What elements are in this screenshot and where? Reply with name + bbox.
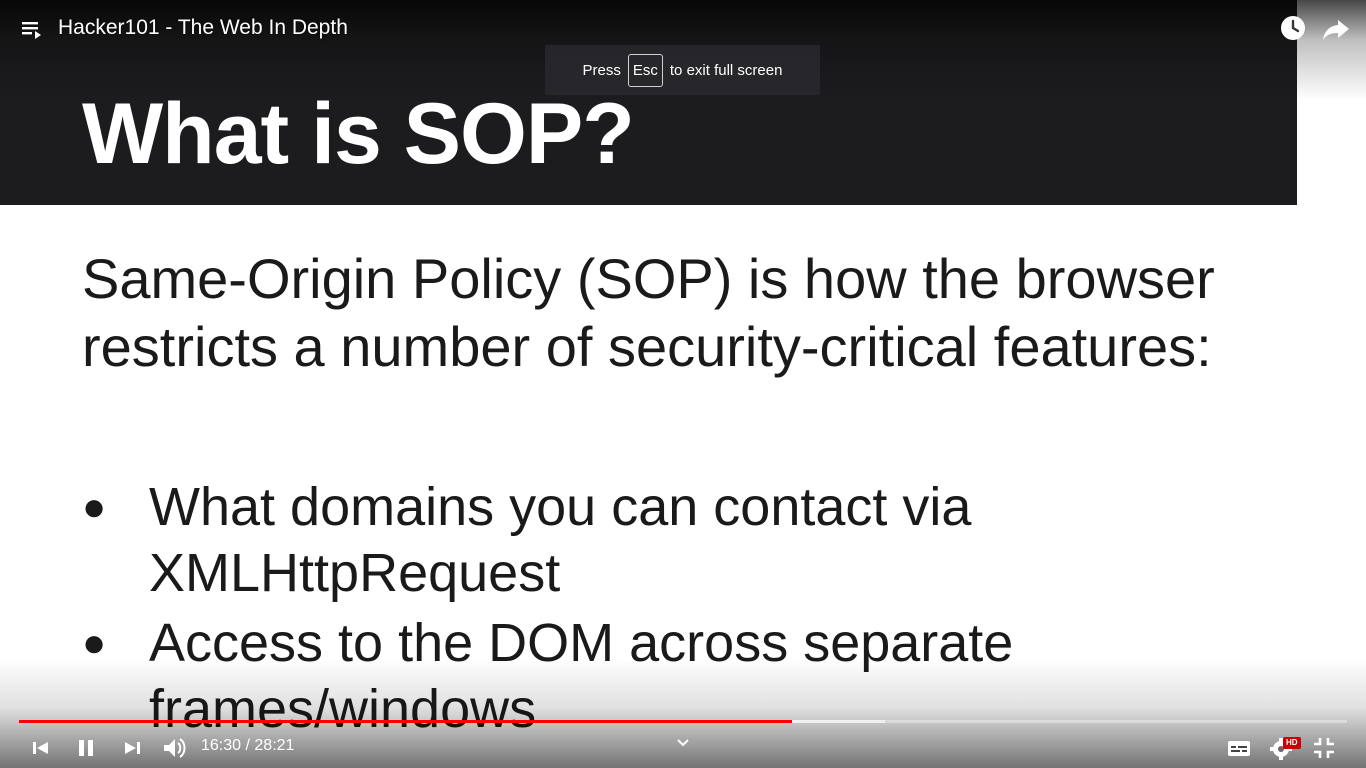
time-separator: / (241, 737, 255, 754)
slide-bullet: ● What domains you can contact via XMLHt… (82, 474, 1232, 606)
playlist-icon[interactable] (20, 17, 46, 41)
next-icon[interactable] (118, 734, 146, 762)
subtitles-icon[interactable] (1225, 734, 1253, 762)
fullscreen-notice: Press Esc to exit full screen (545, 45, 820, 95)
previous-icon[interactable] (27, 734, 55, 762)
volume-icon[interactable] (160, 734, 188, 762)
slide-bullet-list: ● What domains you can contact via XMLHt… (82, 474, 1232, 746)
notice-prefix: Press (582, 61, 621, 79)
duration: 28:21 (254, 737, 295, 754)
chevron-down-icon[interactable] (674, 734, 692, 752)
video-title-link[interactable]: Hacker101 - The Web In Depth (58, 16, 348, 40)
progress-played (19, 720, 792, 723)
notice-suffix: to exit full screen (669, 61, 783, 79)
hd-badge: HD (1283, 737, 1301, 749)
share-icon[interactable] (1321, 14, 1351, 44)
slide-margin (1297, 0, 1366, 768)
esc-key: Esc (627, 53, 663, 87)
exit-fullscreen-icon[interactable] (1310, 734, 1338, 762)
bullet-marker: ● (82, 621, 107, 665)
player-controls: 16:30 / 28:21 HD (0, 728, 1366, 768)
slide-title: What is SOP? (82, 86, 635, 182)
bullet-text: What domains you can contact via XMLHttp… (149, 477, 972, 603)
slide-frame: What is SOP? Same-Origin Policy (SOP) is… (0, 0, 1366, 768)
watch-later-icon[interactable] (1279, 14, 1307, 42)
slide-body-text: Same-Origin Policy (SOP) is how the brow… (82, 247, 1215, 378)
current-time: 16:30 (201, 737, 242, 754)
bullet-marker: ● (82, 485, 107, 529)
pause-icon[interactable] (72, 734, 100, 762)
progress-bar[interactable] (19, 718, 1347, 726)
time-display: 16:30 / 28:21 (201, 737, 294, 755)
